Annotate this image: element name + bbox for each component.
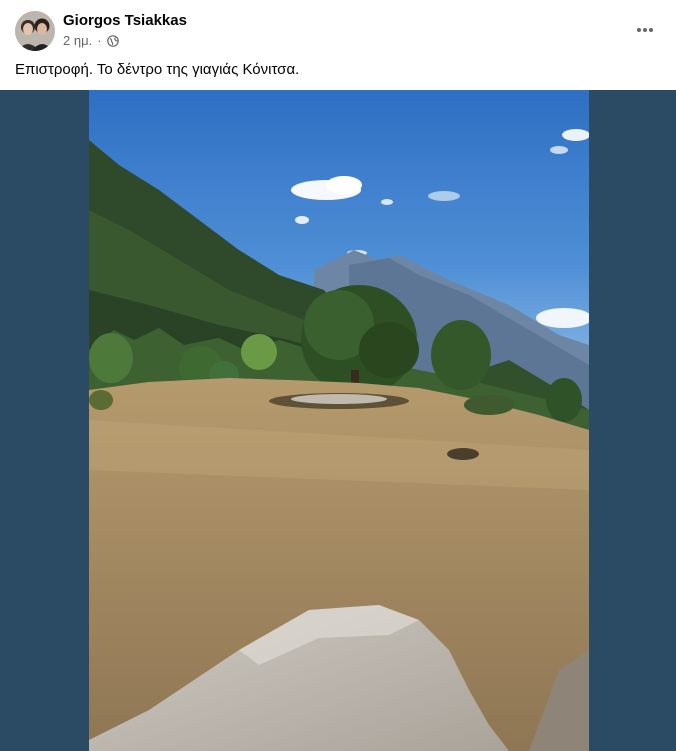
more-options-button[interactable]	[628, 12, 662, 46]
author-avatar[interactable]	[15, 11, 55, 51]
post-meta: 2 ημ. ·	[63, 33, 119, 48]
post-header: Giorgos Tsiakkas 2 ημ. · Επιστροφή. Το δ…	[0, 0, 676, 90]
author-name[interactable]: Giorgos Tsiakkas	[63, 12, 187, 29]
more-options-icon	[636, 20, 654, 38]
post-caption: Επιστροφή. Το δέντρο της γιαγιάς Κόνιτσα…	[15, 61, 300, 78]
globe-icon[interactable]	[106, 34, 119, 47]
post-photo[interactable]	[89, 90, 589, 751]
meta-separator: ·	[97, 33, 102, 48]
post-media	[0, 90, 676, 751]
post-time[interactable]: 2 ημ.	[63, 33, 92, 48]
